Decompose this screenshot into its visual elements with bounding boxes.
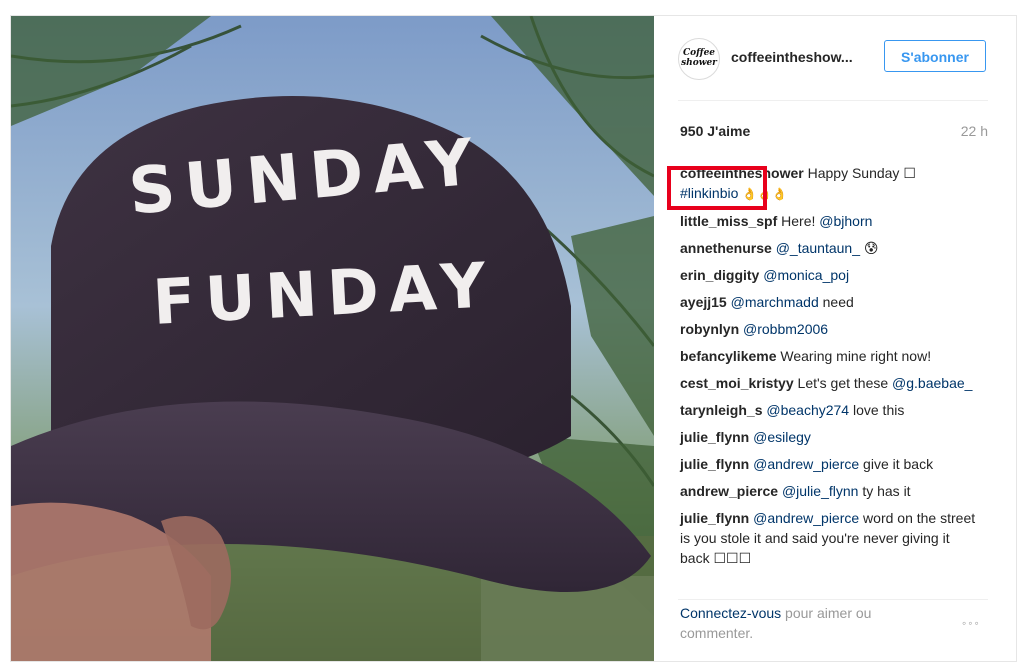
comment-row: annethenurse @_tauntaun_ 😰 bbox=[680, 238, 980, 258]
comment-row: robynlyn @robbm2006 bbox=[680, 319, 980, 339]
comment-row: little_miss_spf Here! @bjhorn bbox=[680, 211, 980, 231]
follow-button[interactable]: S'abonner bbox=[884, 40, 986, 72]
comment-author[interactable]: julie_flynn bbox=[680, 456, 749, 472]
comment-row: andrew_pierce @julie_flynn ty has it bbox=[680, 481, 980, 501]
comment-row: ayejj15 @marchmadd need bbox=[680, 292, 980, 312]
comment-author[interactable]: erin_diggity bbox=[680, 267, 759, 283]
hashtag-link[interactable]: #linkinbio bbox=[680, 185, 738, 201]
comment-author[interactable]: little_miss_spf bbox=[680, 213, 777, 229]
comment-author[interactable]: befancylikeme bbox=[680, 348, 777, 364]
comment-text: Let's get these bbox=[797, 375, 893, 391]
comment-text: give it back bbox=[859, 456, 934, 472]
ok-hand-emoji: 👌👌👌 bbox=[742, 187, 788, 201]
divider bbox=[678, 100, 988, 101]
comment-text: need bbox=[818, 294, 854, 310]
mention-link[interactable]: @esilegy bbox=[753, 429, 811, 445]
comment-author[interactable]: julie_flynn bbox=[680, 429, 749, 445]
comment-row: julie_flynn @esilegy bbox=[680, 427, 980, 447]
comment-author[interactable]: julie_flynn bbox=[680, 510, 749, 526]
caption-text: Happy Sunday ☐ bbox=[807, 165, 916, 181]
mention-link[interactable]: @monica_poj bbox=[763, 267, 849, 283]
caption: coffeeintheshower Happy Sunday ☐ #linkin… bbox=[680, 163, 980, 204]
likes-count[interactable]: 950 J'aime bbox=[680, 123, 750, 139]
mention-link[interactable]: @marchmadd bbox=[731, 294, 819, 310]
post-time[interactable]: 22 h bbox=[961, 123, 988, 139]
comment-row: erin_diggity @monica_poj bbox=[680, 265, 980, 285]
comment-author[interactable]: annethenurse bbox=[680, 240, 772, 256]
comment-text: love this bbox=[849, 402, 905, 418]
mention-link[interactable]: @beachy274 bbox=[766, 402, 849, 418]
comment-row: julie_flynn @andrew_pierce give it back bbox=[680, 454, 980, 474]
comment-row: tarynleigh_s @beachy274 love this bbox=[680, 400, 980, 420]
more-options-icon[interactable]: ◦◦◦ bbox=[962, 616, 981, 630]
post-sidebar: Coffee shower coffeeintheshow... S'abonn… bbox=[654, 16, 1016, 661]
comment-text: Here! bbox=[781, 213, 820, 229]
mention-link[interactable]: @g.baebae_ bbox=[892, 375, 972, 391]
avatar-logo-text: Coffee shower bbox=[681, 48, 717, 68]
mention-link[interactable]: @_tauntaun_ bbox=[776, 240, 860, 256]
post-photo[interactable]: SUNDAY FUNDAY bbox=[11, 16, 654, 661]
avatar[interactable]: Coffee shower bbox=[678, 38, 720, 80]
post-header: Coffee shower coffeeintheshow... S'abonn… bbox=[654, 16, 1016, 100]
comment-text: Wearing mine right now! bbox=[780, 348, 932, 364]
username-link[interactable]: coffeeintheshow... bbox=[731, 49, 853, 65]
mention-link[interactable]: @andrew_pierce bbox=[753, 510, 859, 526]
caption-author[interactable]: coffeeintheshower bbox=[680, 165, 804, 181]
comment-author[interactable]: robynlyn bbox=[680, 321, 739, 337]
comment-rows: little_miss_spf Here! @bjhorn annethenurs… bbox=[680, 211, 980, 568]
comment-author[interactable]: ayejj15 bbox=[680, 294, 727, 310]
mention-link[interactable]: @bjhorn bbox=[819, 213, 872, 229]
comment-text: 😰 bbox=[859, 240, 879, 256]
comments-list: coffeeintheshower Happy Sunday ☐ #linkin… bbox=[680, 163, 980, 575]
comment-row: cest_moi_kristyy Let's get these @g.baeb… bbox=[680, 373, 980, 393]
divider bbox=[678, 599, 988, 600]
comment-author[interactable]: tarynleigh_s bbox=[680, 402, 762, 418]
comment-text: ty has it bbox=[858, 483, 911, 499]
login-link[interactable]: Connectez-vous bbox=[680, 605, 781, 621]
comment-author[interactable]: andrew_pierce bbox=[680, 483, 778, 499]
comment-author[interactable]: cest_moi_kristyy bbox=[680, 375, 794, 391]
post-card: SUNDAY FUNDAY Coffee shower coffeeinthes… bbox=[10, 15, 1017, 662]
photo-art bbox=[11, 16, 654, 661]
mention-link[interactable]: @julie_flynn bbox=[782, 483, 858, 499]
comment-row: befancylikeme Wearing mine right now! bbox=[680, 346, 980, 366]
mention-link[interactable]: @andrew_pierce bbox=[753, 456, 859, 472]
mention-link[interactable]: @robbm2006 bbox=[743, 321, 828, 337]
login-prompt: Connectez-vous pour aimer ou commenter. bbox=[680, 603, 930, 643]
comment-row: julie_flynn @andrew_pierce word on the s… bbox=[680, 508, 980, 568]
